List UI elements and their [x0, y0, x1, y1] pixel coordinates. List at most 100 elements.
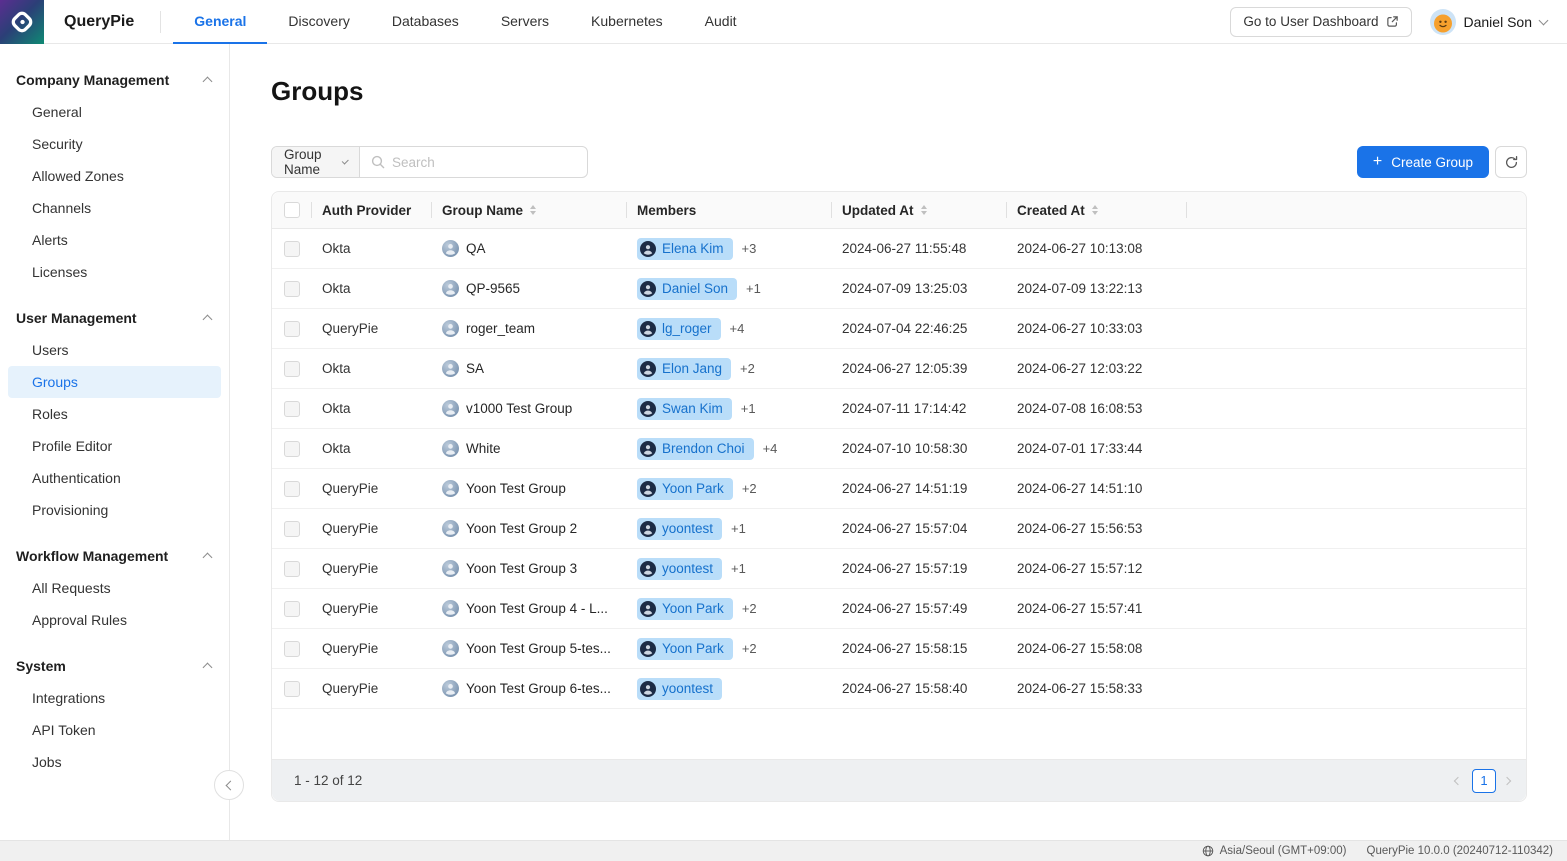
sidebar-item-profile-editor[interactable]: Profile Editor	[8, 430, 221, 462]
sidebar-item-integrations[interactable]: Integrations	[8, 682, 221, 714]
row-checkbox[interactable]	[284, 281, 300, 297]
table-row: QueryPie Yoon Test Group 6-tes...	[272, 669, 1526, 709]
member-name: yoontest	[662, 521, 713, 536]
member-chip[interactable]: Yoon Park	[637, 598, 733, 620]
search-input[interactable]	[392, 155, 576, 170]
pagination: 1	[1452, 769, 1510, 793]
row-checkbox[interactable]	[284, 481, 300, 497]
row-checkbox[interactable]	[284, 561, 300, 577]
column-created-at[interactable]: Created At	[1007, 192, 1187, 228]
tab-audit[interactable]: Audit	[684, 0, 758, 44]
row-checkbox[interactable]	[284, 241, 300, 257]
member-chip[interactable]: Elon Jang	[637, 358, 731, 380]
row-checkbox[interactable]	[284, 681, 300, 697]
brand-name: QueryPie	[64, 13, 134, 31]
go-to-user-dashboard-button[interactable]: Go to User Dashboard	[1230, 7, 1411, 37]
sidebar-item-provisioning[interactable]: Provisioning	[8, 494, 221, 526]
table-row: Okta White Brendon C	[272, 429, 1526, 469]
user-menu[interactable]: Daniel Son	[1430, 9, 1548, 35]
row-checkbox[interactable]	[284, 361, 300, 377]
sidebar-collapse-button[interactable]	[214, 770, 244, 800]
sidebar-section-header-user-management[interactable]: User Management	[0, 302, 229, 334]
tab-databases[interactable]: Databases	[371, 0, 480, 44]
sidebar-item-allowed-zones[interactable]: Allowed Zones	[8, 160, 221, 192]
member-chip[interactable]: Swan Kim	[637, 398, 732, 420]
member-chip[interactable]: Yoon Park	[637, 478, 733, 500]
sidebar-item-general[interactable]: General	[8, 96, 221, 128]
sidebar-item-users[interactable]: Users	[8, 334, 221, 366]
row-checkbox[interactable]	[284, 321, 300, 337]
member-chip[interactable]: yoontest	[637, 558, 722, 580]
member-chip[interactable]: Daniel Son	[637, 278, 737, 300]
updated-at: 2024-06-27 15:57:04	[842, 521, 967, 536]
prev-page-button[interactable]	[1452, 778, 1461, 784]
created-at: 2024-06-27 12:03:22	[1017, 361, 1142, 376]
member-avatar-icon	[640, 441, 656, 457]
sidebar-item-authentication[interactable]: Authentication	[8, 462, 221, 494]
member-chip[interactable]: Elena Kim	[637, 238, 733, 260]
table-body: Okta QA Elena Kim	[272, 229, 1526, 709]
auth-provider: Okta	[322, 241, 351, 256]
auth-provider: QueryPie	[322, 601, 378, 616]
table-row: Okta QA Elena Kim	[272, 229, 1526, 269]
sidebar-item-roles[interactable]: Roles	[8, 398, 221, 430]
group-avatar-icon	[442, 600, 459, 617]
select-all-checkbox[interactable]	[284, 202, 300, 218]
column-group-name[interactable]: Group Name	[432, 192, 627, 228]
sidebar-item-alerts[interactable]: Alerts	[8, 224, 221, 256]
table-row: QueryPie Yoon Test Group 4 - L...	[272, 589, 1526, 629]
row-checkbox[interactable]	[284, 521, 300, 537]
updated-at: 2024-06-27 14:51:19	[842, 481, 967, 496]
column-updated-at[interactable]: Updated At	[832, 192, 1007, 228]
chevron-up-icon	[203, 663, 213, 673]
member-chip[interactable]: lg_roger	[637, 318, 721, 340]
sidebar-section-header-system[interactable]: System	[0, 650, 229, 682]
row-checkbox[interactable]	[284, 401, 300, 417]
sidebar-item-channels[interactable]: Channels	[8, 192, 221, 224]
tab-discovery[interactable]: Discovery	[267, 0, 370, 44]
sidebar-item-all-requests[interactable]: All Requests	[8, 572, 221, 604]
group-avatar-icon	[442, 520, 459, 537]
table-empty-space	[272, 709, 1526, 759]
created-at: 2024-06-27 15:57:12	[1017, 561, 1142, 576]
group-avatar-icon	[442, 400, 459, 417]
page-number-button[interactable]: 1	[1472, 769, 1496, 793]
member-chip[interactable]: yoontest	[637, 678, 722, 700]
tab-kubernetes[interactable]: Kubernetes	[570, 0, 684, 44]
member-name: Yoon Park	[662, 481, 724, 496]
row-checkbox[interactable]	[284, 601, 300, 617]
sidebar-section-header-company-management[interactable]: Company Management	[0, 64, 229, 96]
next-page-button[interactable]	[1507, 778, 1510, 784]
refresh-button[interactable]	[1495, 146, 1527, 178]
member-extra-count: +2	[740, 361, 755, 376]
member-chip[interactable]: yoontest	[637, 518, 722, 540]
row-checkbox[interactable]	[284, 441, 300, 457]
sidebar-section-header-workflow-management[interactable]: Workflow Management	[0, 540, 229, 572]
dashboard-button-label: Go to User Dashboard	[1243, 14, 1378, 29]
updated-at: 2024-06-27 15:57:49	[842, 601, 967, 616]
sidebar-section-workflow-management: Workflow ManagementAll RequestsApproval …	[0, 540, 229, 636]
table-row: Okta QP-9565 Daniel	[272, 269, 1526, 309]
group-avatar-icon	[442, 640, 459, 657]
tab-servers[interactable]: Servers	[480, 0, 570, 44]
filter-field-selector[interactable]: Group Name	[272, 147, 360, 177]
sidebar-item-jobs[interactable]: Jobs	[8, 746, 221, 778]
sidebar-item-licenses[interactable]: Licenses	[8, 256, 221, 288]
row-checkbox[interactable]	[284, 641, 300, 657]
member-chip[interactable]: Brendon Choi	[637, 438, 754, 460]
member-name: Elena Kim	[662, 241, 724, 256]
group-name: Yoon Test Group	[466, 481, 566, 496]
sidebar-item-security[interactable]: Security	[8, 128, 221, 160]
create-group-button[interactable]: + Create Group	[1357, 146, 1489, 178]
querypie-logo-icon[interactable]	[0, 0, 44, 44]
table-row: QueryPie Yoon Test Group	[272, 469, 1526, 509]
group-avatar-icon	[442, 360, 459, 377]
group-avatar-icon	[442, 320, 459, 337]
sidebar-item-groups[interactable]: Groups	[8, 366, 221, 398]
member-chip[interactable]: Yoon Park	[637, 638, 733, 660]
sidebar-item-api-token[interactable]: API Token	[8, 714, 221, 746]
timezone-label: Asia/Seoul (GMT+09:00)	[1220, 845, 1347, 857]
tab-general[interactable]: General	[173, 0, 267, 44]
sidebar-section-company-management: Company ManagementGeneralSecurityAllowed…	[0, 64, 229, 288]
sidebar-item-approval-rules[interactable]: Approval Rules	[8, 604, 221, 636]
